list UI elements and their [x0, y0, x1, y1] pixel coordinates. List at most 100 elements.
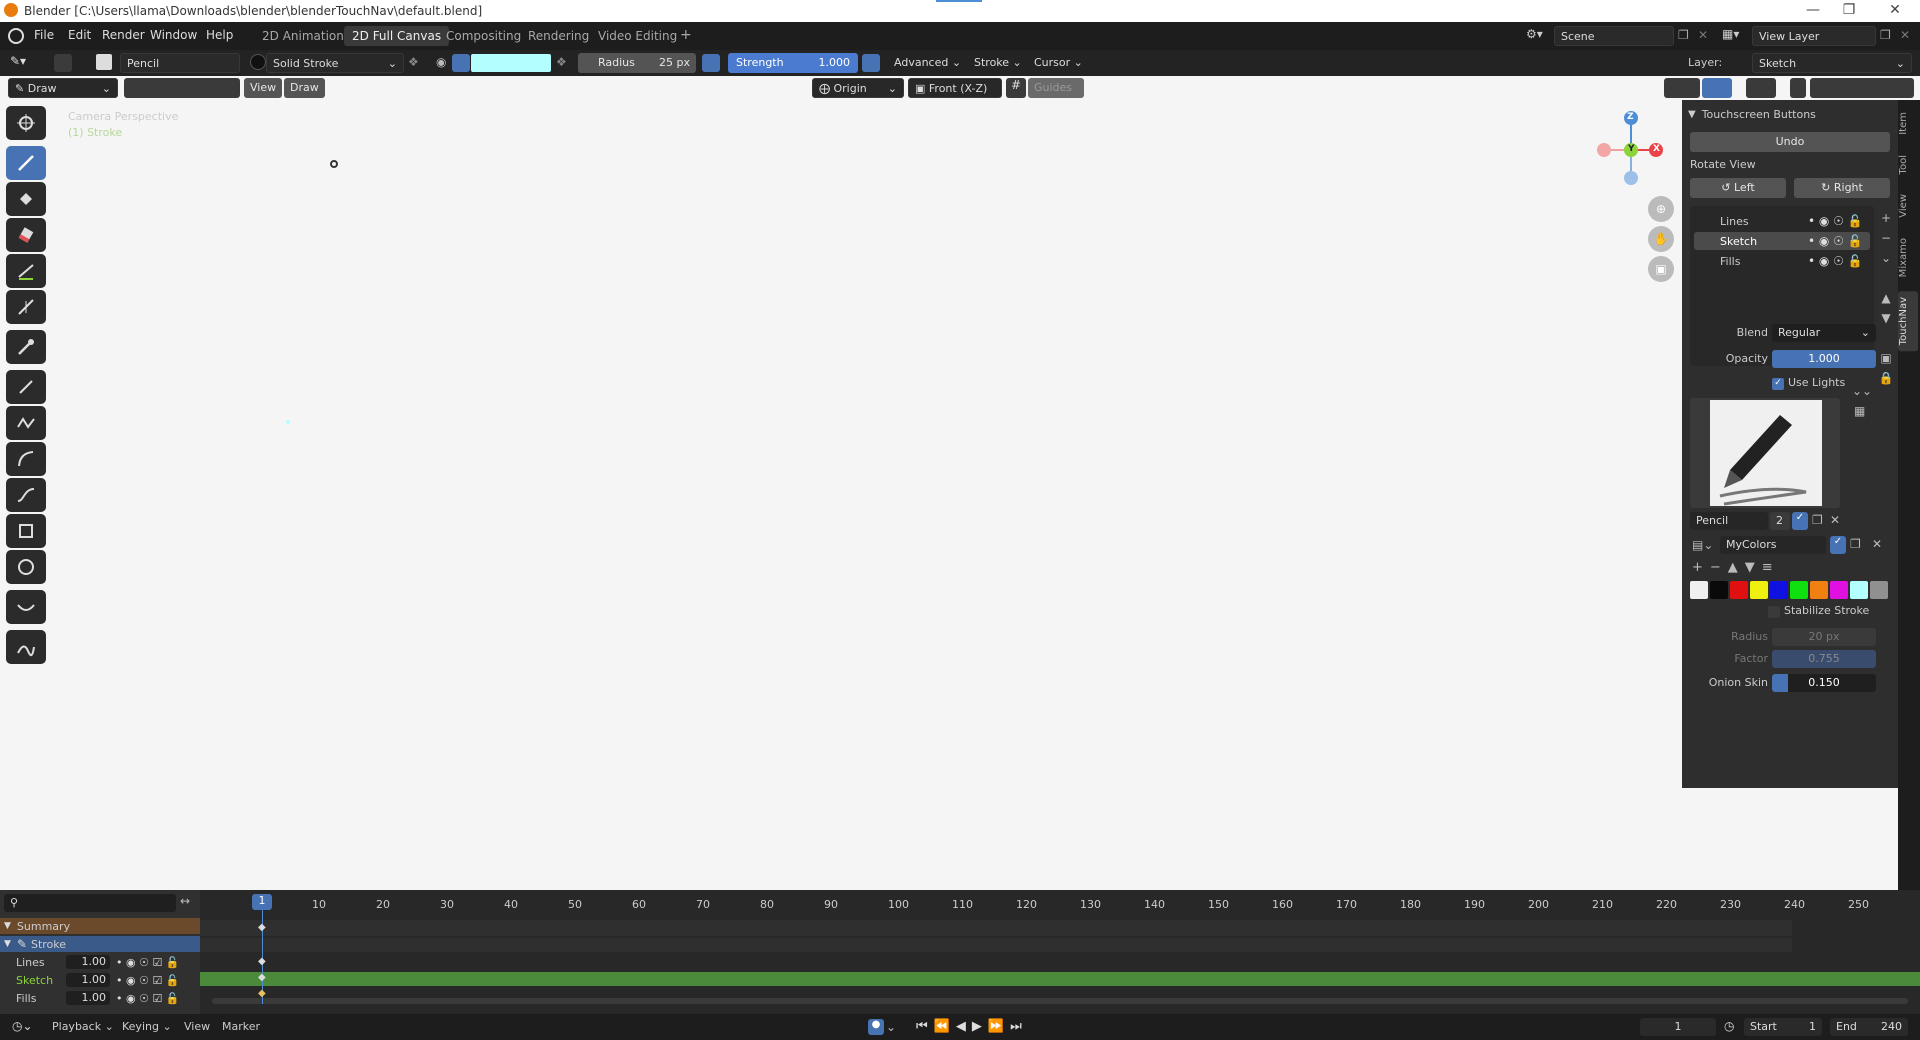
channel-icons[interactable]: • ◉ ☉ ☑ 🔓: [116, 974, 180, 987]
plane-dropdown[interactable]: ▣ Front (X-Z)⌄: [908, 78, 1002, 108]
tab-2d-full-canvas[interactable]: 2D Full Canvas: [344, 26, 450, 46]
blend-dropdown[interactable]: Regular ⌄: [1772, 324, 1876, 342]
current-frame-field[interactable]: 1: [1640, 1018, 1716, 1036]
stab-factor-field[interactable]: 0.755: [1772, 650, 1876, 668]
scene-field[interactable]: Scene: [1554, 26, 1674, 46]
eyedropper-icon[interactable]: ❖: [556, 55, 567, 69]
3d-cursor-icon[interactable]: [330, 160, 338, 168]
stab-radius-field[interactable]: 20 px: [1772, 628, 1876, 646]
rotate-left-button[interactable]: ↺ Left: [1690, 178, 1786, 198]
image-icon[interactable]: ▦: [1854, 404, 1865, 418]
delete-scene-icon[interactable]: ✕: [1698, 28, 1708, 42]
close-icon[interactable]: ✕: [1886, 2, 1904, 20]
channel-search-input[interactable]: ⚲: [4, 894, 176, 912]
brush-preview[interactable]: [1690, 398, 1840, 508]
frame-ruler[interactable]: 10 20 30 40 50 60 70 80 90 100 110 120 130 140 150 160 1…: [200, 890, 1900, 911]
palette-swatch[interactable]: [1770, 581, 1788, 599]
timeline-view-menu[interactable]: View: [184, 1020, 210, 1033]
grid-icon[interactable]: #: [1006, 78, 1026, 98]
record-icon[interactable]: ●: [868, 1019, 884, 1035]
interpolate-tool-icon[interactable]: [6, 590, 46, 624]
marker-menu[interactable]: Marker: [222, 1020, 260, 1033]
tint-tool-icon[interactable]: [6, 254, 46, 288]
brush-name-field[interactable]: Pencil: [1690, 512, 1768, 530]
cursor-menu[interactable]: Cursor ⌄: [1034, 56, 1083, 69]
minimize-icon[interactable]: —: [1804, 2, 1822, 20]
restore-icon[interactable]: ❐: [1840, 2, 1858, 20]
tab-video-editing[interactable]: Video Editing: [590, 26, 685, 46]
palette-swatch[interactable]: [1710, 581, 1728, 599]
palette-swatch[interactable]: [1790, 581, 1808, 599]
xray-toggle[interactable]: [1790, 78, 1806, 98]
layer-row[interactable]: Sketch • ◉ ☉ 🔓: [1694, 232, 1870, 250]
polyline-tool-icon[interactable]: [6, 406, 46, 440]
lines-opacity[interactable]: 1.00: [66, 955, 110, 969]
pin-icon[interactable]: ❖: [408, 55, 419, 69]
advanced-menu[interactable]: Advanced ⌄: [894, 56, 961, 69]
keying-menu[interactable]: Keying ⌄: [122, 1020, 172, 1033]
layer-row[interactable]: Lines • ◉ ☉ 🔓: [1694, 212, 1870, 230]
lines-channel[interactable]: Lines 1.00 • ◉ ☉ ☑ 🔓: [0, 954, 200, 970]
palette-fake-user-icon[interactable]: ✓: [1830, 536, 1846, 554]
tab-tool[interactable]: Tool: [1898, 149, 1918, 180]
chevron-down-icon[interactable]: ⌄: [886, 1020, 896, 1034]
layer-dropdown[interactable]: Sketch ⌄: [1752, 53, 1912, 73]
duplicate-palette-icon[interactable]: ❐: [1850, 537, 1861, 551]
touchscreen-panel-header[interactable]: ▼ Touchscreen Buttons: [1688, 104, 1892, 124]
box-tool-icon[interactable]: [6, 514, 46, 548]
tab-mixamo[interactable]: Mixamo: [1898, 232, 1918, 283]
pan-hand-icon[interactable]: ✋: [1648, 226, 1674, 252]
playhead-frame[interactable]: 1: [252, 894, 272, 910]
keyframe-icon[interactable]: ◆: [258, 922, 266, 933]
clock-icon[interactable]: ◷: [1724, 1019, 1734, 1033]
palette-swatches[interactable]: [1690, 580, 1892, 600]
palette-swatch[interactable]: [1730, 581, 1748, 599]
fills-opacity[interactable]: 1.00: [66, 991, 110, 1005]
cursor-tool-icon[interactable]: [6, 106, 46, 140]
strength-pressure-icon[interactable]: [862, 54, 880, 72]
horizontal-scrollbar[interactable]: [212, 998, 1908, 1004]
palette-swatch[interactable]: [1690, 581, 1708, 599]
palette-controls[interactable]: +−▲▼≡: [1692, 560, 1780, 575]
keyframe-icon[interactable]: ◆: [258, 956, 266, 967]
strength-slider[interactable]: Strength 1.000: [728, 53, 858, 73]
overlay-toggle[interactable]: [1746, 78, 1776, 98]
tab-view[interactable]: View: [1898, 188, 1918, 224]
mode-dropdown[interactable]: ✎ Draw ⌄: [8, 78, 118, 98]
keyframe-icon[interactable]: ◆: [258, 988, 266, 999]
annotate-tool-icon[interactable]: [6, 630, 46, 664]
channel-icons[interactable]: • ◉ ☉ ☑ 🔓: [116, 992, 180, 1005]
palette-name-field[interactable]: MyColors: [1720, 536, 1826, 554]
shading-buttons[interactable]: [1810, 78, 1914, 98]
end-frame-field[interactable]: End 240: [1830, 1018, 1908, 1036]
tool-icon[interactable]: ✎▾: [10, 54, 26, 68]
brush-options-icon[interactable]: ⌄⌄: [1852, 384, 1872, 398]
layer-row[interactable]: Fills • ◉ ☉ 🔓: [1694, 252, 1870, 270]
menu-edit[interactable]: Edit: [68, 28, 91, 42]
stroke-menu[interactable]: Stroke ⌄: [974, 56, 1022, 69]
color-swatch[interactable]: [471, 54, 551, 72]
new-view-layer-icon[interactable]: ❐: [1880, 28, 1891, 42]
eyedropper-tool-icon[interactable]: [6, 330, 46, 364]
erase-tool-icon[interactable]: [6, 218, 46, 252]
brush-name-field[interactable]: Pencil: [120, 53, 240, 73]
arc-tool-icon[interactable]: [6, 442, 46, 476]
sketch-channel[interactable]: Sketch 1.00 • ◉ ☉ ☑ 🔓: [0, 972, 200, 988]
layer-icons[interactable]: • ◉ ☉ 🔓: [1808, 254, 1863, 268]
tab-item[interactable]: Item: [1898, 106, 1918, 141]
use-lights-checkbox[interactable]: ✓: [1772, 378, 1784, 390]
palette-swatch[interactable]: [1850, 581, 1868, 599]
unlink-brush-icon[interactable]: ✕: [1830, 513, 1840, 527]
keyframe-icon[interactable]: ◆: [258, 972, 266, 983]
view-layer-icon[interactable]: ▦▾: [1722, 27, 1739, 41]
palette-swatch[interactable]: [1870, 581, 1888, 599]
tab-compositing[interactable]: Compositing: [438, 26, 529, 46]
view-layer-field[interactable]: View Layer: [1752, 26, 1876, 46]
opacity-slider[interactable]: 1.000: [1772, 350, 1876, 368]
tab-2d-animation[interactable]: 2D Animation: [254, 26, 352, 46]
delete-view-layer-icon[interactable]: ✕: [1900, 28, 1910, 42]
guides-dropdown[interactable]: Guides: [1028, 78, 1084, 98]
menu-file[interactable]: File: [34, 28, 54, 42]
circle-tool-icon[interactable]: [6, 550, 46, 584]
channel-icons[interactable]: • ◉ ☉ ☑ 🔓: [116, 956, 180, 969]
